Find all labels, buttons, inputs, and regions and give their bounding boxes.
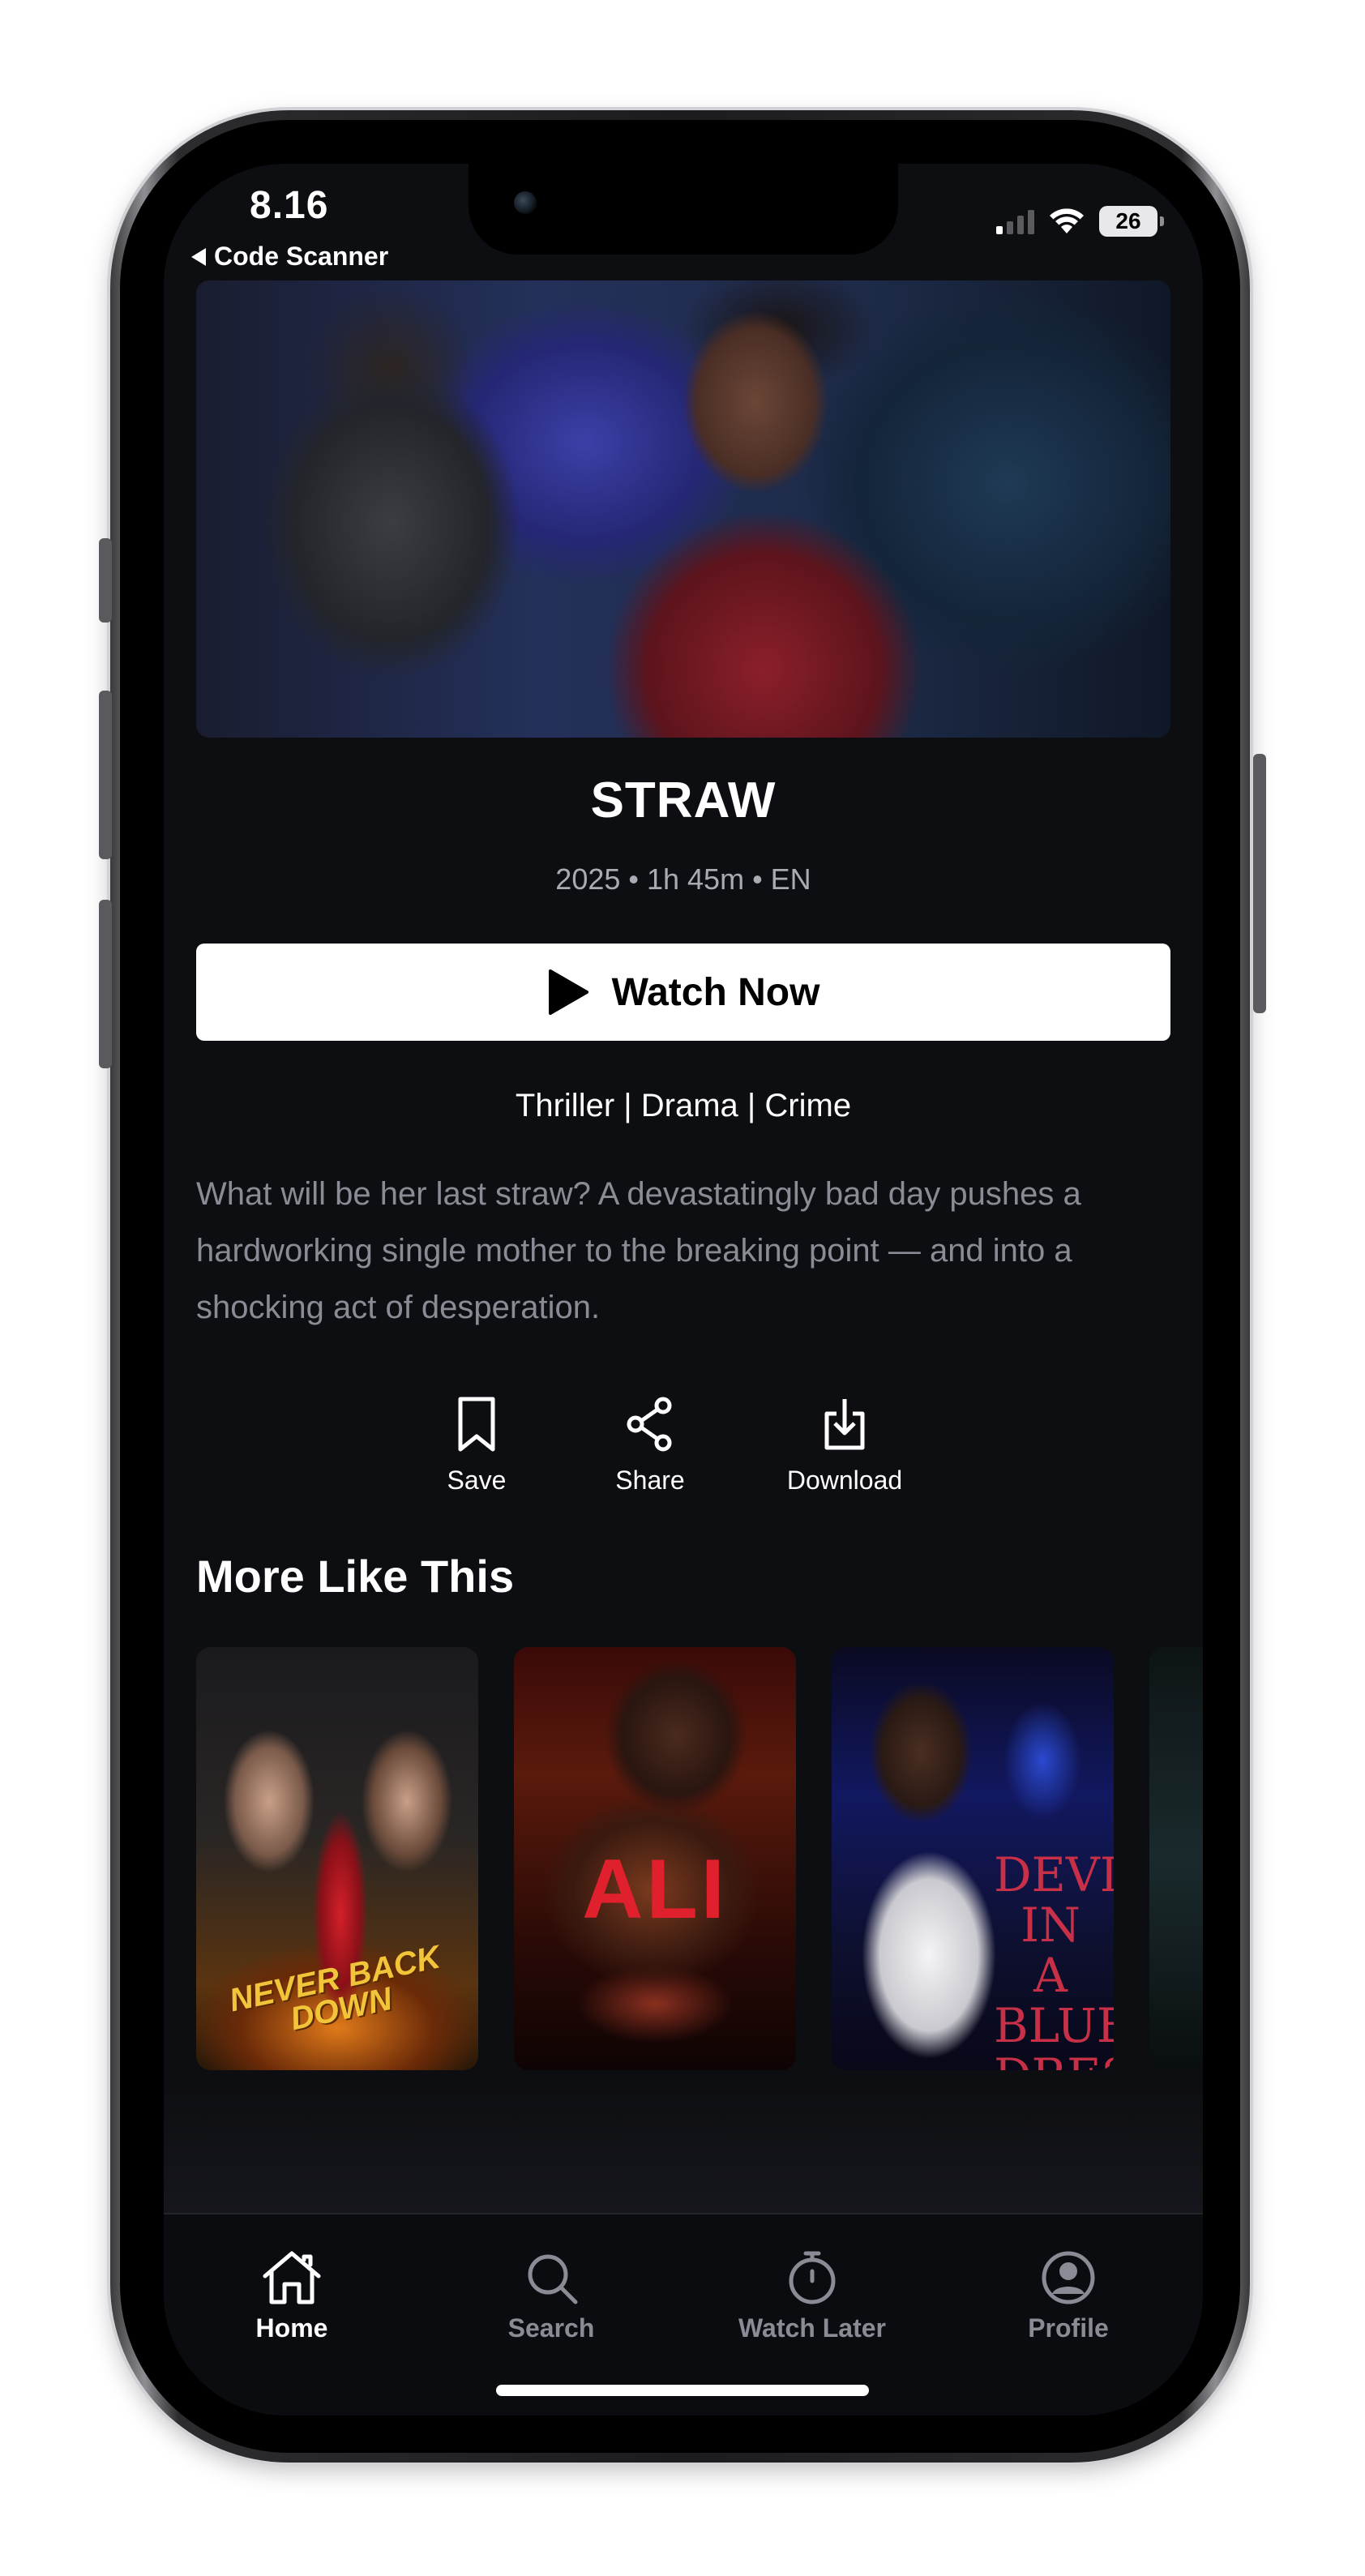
- download-icon: [824, 1399, 865, 1450]
- notch: [469, 164, 898, 255]
- more-like-this-heading: More Like This: [196, 1551, 515, 1602]
- stopwatch-icon: [789, 2251, 836, 2304]
- phone-silent-switch: [99, 538, 112, 623]
- tab-profile-label: Profile: [1028, 2313, 1109, 2343]
- home-icon: [263, 2251, 321, 2304]
- share-label: Share: [615, 1466, 685, 1495]
- poster-ali[interactable]: ALI: [514, 1647, 796, 2070]
- save-button[interactable]: Save: [428, 1396, 525, 1496]
- wifi-icon: [1050, 208, 1084, 233]
- search-icon: [528, 2254, 578, 2304]
- app-screen: 8.16 Code Scanner 26 STRAW 2025 • 1h 45m…: [164, 164, 1203, 2416]
- tab-home-label: Home: [255, 2313, 328, 2343]
- share-button[interactable]: Share: [593, 1396, 707, 1496]
- tab-watch-later-label: Watch Later: [738, 2313, 886, 2343]
- watch-now-button[interactable]: Watch Now: [196, 944, 1170, 1041]
- watch-now-label: Watch Now: [611, 970, 820, 1014]
- bookmark-icon: [458, 1397, 495, 1452]
- tab-search[interactable]: Search: [462, 2249, 640, 2343]
- poster-never-back-down[interactable]: NEVER BACK DOWN: [196, 1647, 478, 2070]
- movie-meta: 2025 • 1h 45m • EN: [555, 862, 811, 896]
- play-icon: [548, 969, 588, 1015]
- phone-volume-up: [99, 691, 112, 859]
- back-to-app-link[interactable]: Code Scanner: [191, 242, 388, 272]
- movie-title: STRAW: [590, 772, 777, 828]
- home-indicator[interactable]: [496, 2385, 869, 2396]
- poster-devil-in-a-blue-dress[interactable]: DEVIL IN A BLUE DRESS: [832, 1647, 1114, 2070]
- genre-list: Thriller | Drama | Crime: [515, 1088, 852, 1123]
- download-label: Download: [786, 1466, 903, 1495]
- share-icon: [627, 1397, 672, 1452]
- movie-description: What will be her last straw? A devastati…: [196, 1176, 1081, 1325]
- poster-title-never-back-down: NEVER BACK DOWN: [226, 1939, 443, 2038]
- tab-profile[interactable]: Profile: [979, 2249, 1157, 2343]
- back-arrow-icon: [191, 247, 206, 266]
- poster-title-ali: ALI: [582, 1842, 728, 1936]
- action-row: Save Share Download: [164, 1396, 1203, 1534]
- download-button[interactable]: Download: [772, 1396, 918, 1496]
- poster-carousel[interactable]: NEVER BACK DOWN ALI DEVIL IN A BLUE DRES…: [196, 1647, 1203, 2070]
- poster-title-devil-in-a-blue-dress: DEVIL IN A BLUE DRESS: [994, 1847, 1114, 2070]
- tab-search-label: Search: [507, 2313, 595, 2343]
- back-link-label: Code Scanner: [214, 242, 389, 271]
- status-time: 8.16: [250, 184, 329, 227]
- battery-indicator: 26: [1099, 206, 1164, 237]
- phone-power-button: [1253, 754, 1266, 1013]
- tab-bar: Home Search Watch Later Profile: [164, 2213, 1203, 2416]
- phone-volume-down: [99, 900, 112, 1068]
- tab-home[interactable]: Home: [203, 2249, 381, 2343]
- profile-icon: [1042, 2251, 1095, 2304]
- hero-image: [196, 280, 1170, 738]
- front-camera: [514, 191, 537, 214]
- poster-partial[interactable]: [1149, 1647, 1203, 2070]
- cellular-signal-icon: [996, 208, 1034, 234]
- status-indicators: 26: [996, 206, 1164, 237]
- save-label: Save: [447, 1466, 507, 1495]
- tab-watch-later[interactable]: Watch Later: [723, 2249, 901, 2343]
- bottom-fade: [164, 2085, 1203, 2214]
